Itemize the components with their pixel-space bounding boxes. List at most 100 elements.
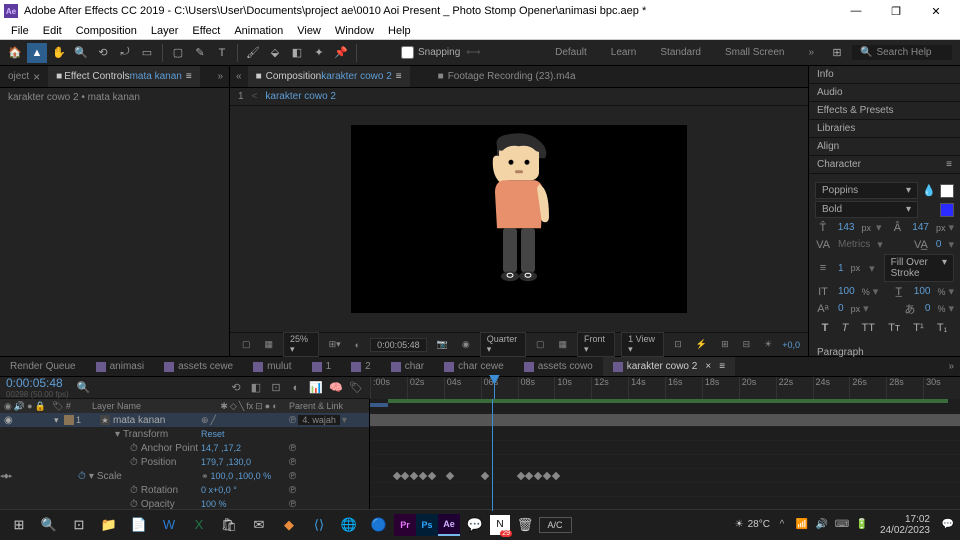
workspace-more[interactable]: » [796, 43, 826, 62]
footage-tab[interactable]: ■ Footage Recording (23).m4a [430, 66, 584, 87]
subscript[interactable]: T₁ [937, 322, 947, 334]
align-header[interactable]: Align [809, 138, 960, 156]
snapping-checkbox[interactable] [401, 46, 414, 59]
mask-icon[interactable]: ◐ [351, 340, 364, 350]
wifi-icon[interactable]: 📶 [794, 517, 810, 533]
tab-2[interactable]: 2 [341, 357, 381, 376]
transform-row[interactable]: ▾Transform Reset [0, 427, 369, 441]
faux-bold[interactable]: T [822, 322, 829, 334]
font-weight-dropdown[interactable]: Bold▾ [815, 201, 918, 218]
brush-tool[interactable]: 🖌 [243, 43, 263, 63]
position-row[interactable]: ⏱Position 179,7 ,130,0 ℗ [0, 455, 369, 469]
workspace-standard[interactable]: Standard [648, 43, 713, 62]
scale-keyframes-track[interactable] [370, 469, 960, 483]
vscale-input[interactable]: 100 [910, 284, 935, 299]
stroke-width-input[interactable]: 1 [834, 261, 848, 276]
crumb-comp[interactable]: karakter cowo 2 [265, 91, 336, 102]
explorer-icon[interactable]: 📁 [94, 510, 124, 540]
leading-input[interactable]: 147 [908, 220, 933, 235]
toolbar-grid-icon[interactable]: ⊞ [827, 43, 847, 63]
word-icon[interactable]: W [154, 510, 184, 540]
tag-icon[interactable]: 🏷 [348, 380, 364, 396]
kerning-dropdown[interactable]: Metrics [834, 237, 874, 252]
hand-tool[interactable]: ✋ [49, 43, 69, 63]
roi-icon[interactable]: ▢ [532, 339, 549, 350]
screen-icon[interactable]: ▢ [238, 339, 255, 350]
fast-preview-icon[interactable]: ⚡ [692, 339, 711, 350]
minimize-button[interactable]: — [836, 0, 876, 22]
composition-tab[interactable]: ■ Composition karakter cowo 2 ≡ [248, 66, 410, 87]
tray-up-icon[interactable]: ^ [774, 517, 790, 533]
puppet-tool[interactable]: 📌 [331, 43, 351, 63]
playhead[interactable] [494, 377, 495, 399]
graph-editor-icon[interactable]: 📊 [308, 380, 324, 396]
tracking-input[interactable]: 0 [932, 237, 946, 252]
menu-view[interactable]: View [290, 25, 328, 37]
notifications-icon[interactable]: 💬 [940, 517, 956, 533]
tab-karakter-cowo-2[interactable]: karakter cowo 2×≡ [603, 357, 735, 376]
maximize-button[interactable]: ❐ [876, 0, 916, 22]
faux-italic[interactable]: T [842, 322, 849, 334]
start-button[interactable]: ⊞ [4, 510, 34, 540]
baseline-input[interactable]: 0 [834, 301, 848, 316]
snapping-control[interactable]: Snapping ⟷ [401, 46, 481, 59]
libreoffice-icon[interactable]: 📄 [124, 510, 154, 540]
exposure-value[interactable]: +0,0 [782, 340, 800, 350]
tab-mulut[interactable]: mulut [243, 357, 301, 376]
channel-icon[interactable]: ◉ [458, 339, 474, 350]
menu-composition[interactable]: Composition [69, 25, 144, 37]
notion-icon[interactable]: N29 [490, 515, 510, 535]
store-icon[interactable]: 🛍 [214, 510, 244, 540]
rect-tool[interactable]: ▢ [168, 43, 188, 63]
clock[interactable]: 17:02 24/02/2023 [874, 514, 936, 536]
timeline-icon[interactable]: ⊞ [717, 339, 733, 350]
time-ruler[interactable]: :00s 02s 04s 06s 08s 10s 12s 14s 16s 18s… [370, 377, 960, 399]
tab-animasi[interactable]: animasi [86, 357, 154, 376]
time-display[interactable]: 0:00:05:48 [370, 338, 427, 352]
small-caps[interactable]: Tᴛ [888, 322, 900, 334]
workspace-default[interactable]: Default [543, 43, 599, 62]
task-view[interactable]: ⊡ [64, 510, 94, 540]
timeline-tracks[interactable] [370, 399, 960, 511]
zoom-tool[interactable]: 🔍 [71, 43, 91, 63]
photoshop-icon[interactable]: Ps [416, 514, 438, 536]
composite-icon[interactable]: ◧ [248, 380, 264, 396]
tab-char[interactable]: char [381, 357, 434, 376]
edge-icon[interactable]: 🌐 [334, 510, 364, 540]
stroke-color-swatch[interactable] [940, 203, 954, 217]
camera-dropdown[interactable]: Front ▾ [577, 332, 615, 357]
stroke-mode-dropdown[interactable]: Fill Over Stroke▾ [884, 254, 954, 282]
whatsapp-icon[interactable]: 💬 [460, 510, 490, 540]
search-help[interactable]: 🔍 Search Help [852, 45, 952, 60]
info-panel-header[interactable]: Info [809, 66, 960, 84]
eyedropper-icon[interactable]: 💧 [921, 184, 937, 198]
close-button[interactable]: ✕ [916, 0, 956, 22]
current-time[interactable]: 0:00:05:48 [6, 376, 63, 390]
frame-blend-icon[interactable]: ⊡ [268, 380, 284, 396]
rotate-tool[interactable]: ⤾ [115, 43, 135, 63]
tab-char-cewe[interactable]: char cewe [434, 357, 514, 376]
menu-help[interactable]: Help [381, 25, 418, 37]
project-tab[interactable]: oject× [0, 66, 48, 87]
menu-effect[interactable]: Effect [185, 25, 227, 37]
premiere-icon[interactable]: Pr [394, 514, 416, 536]
reset-exposure-icon[interactable]: ☀ [760, 339, 776, 350]
tab-render-queue[interactable]: Render Queue [0, 357, 86, 376]
superscript[interactable]: T¹ [913, 322, 923, 334]
eraser-tool[interactable]: ◧ [287, 43, 307, 63]
composition-viewer[interactable] [230, 106, 808, 332]
font-size-input[interactable]: 143 [834, 220, 859, 235]
menu-window[interactable]: Window [328, 25, 381, 37]
keyframe-nav[interactable]: ◂◆▸ [0, 472, 16, 480]
tab-assets-cewe[interactable]: assets cewe [154, 357, 243, 376]
pixel-aspect-icon[interactable]: ⊡ [670, 339, 686, 350]
close-icon[interactable]: × [705, 361, 711, 372]
app-icon-1[interactable]: ◆ [274, 510, 304, 540]
anchor-point-row[interactable]: ⏱Anchor Point 14,7 ,17,2 ℗ [0, 441, 369, 455]
selection-tool[interactable]: ▲ [27, 43, 47, 63]
effect-controls-tab[interactable]: ■ Effect Controls mata kanan ≡ [48, 66, 200, 87]
font-family-dropdown[interactable]: Poppins▾ [815, 182, 918, 199]
shy-icon[interactable]: ⟲ [228, 380, 244, 396]
vscode-icon[interactable]: ⟨⟩ [304, 510, 334, 540]
res-full-icon[interactable]: ⊞▾ [325, 339, 345, 350]
